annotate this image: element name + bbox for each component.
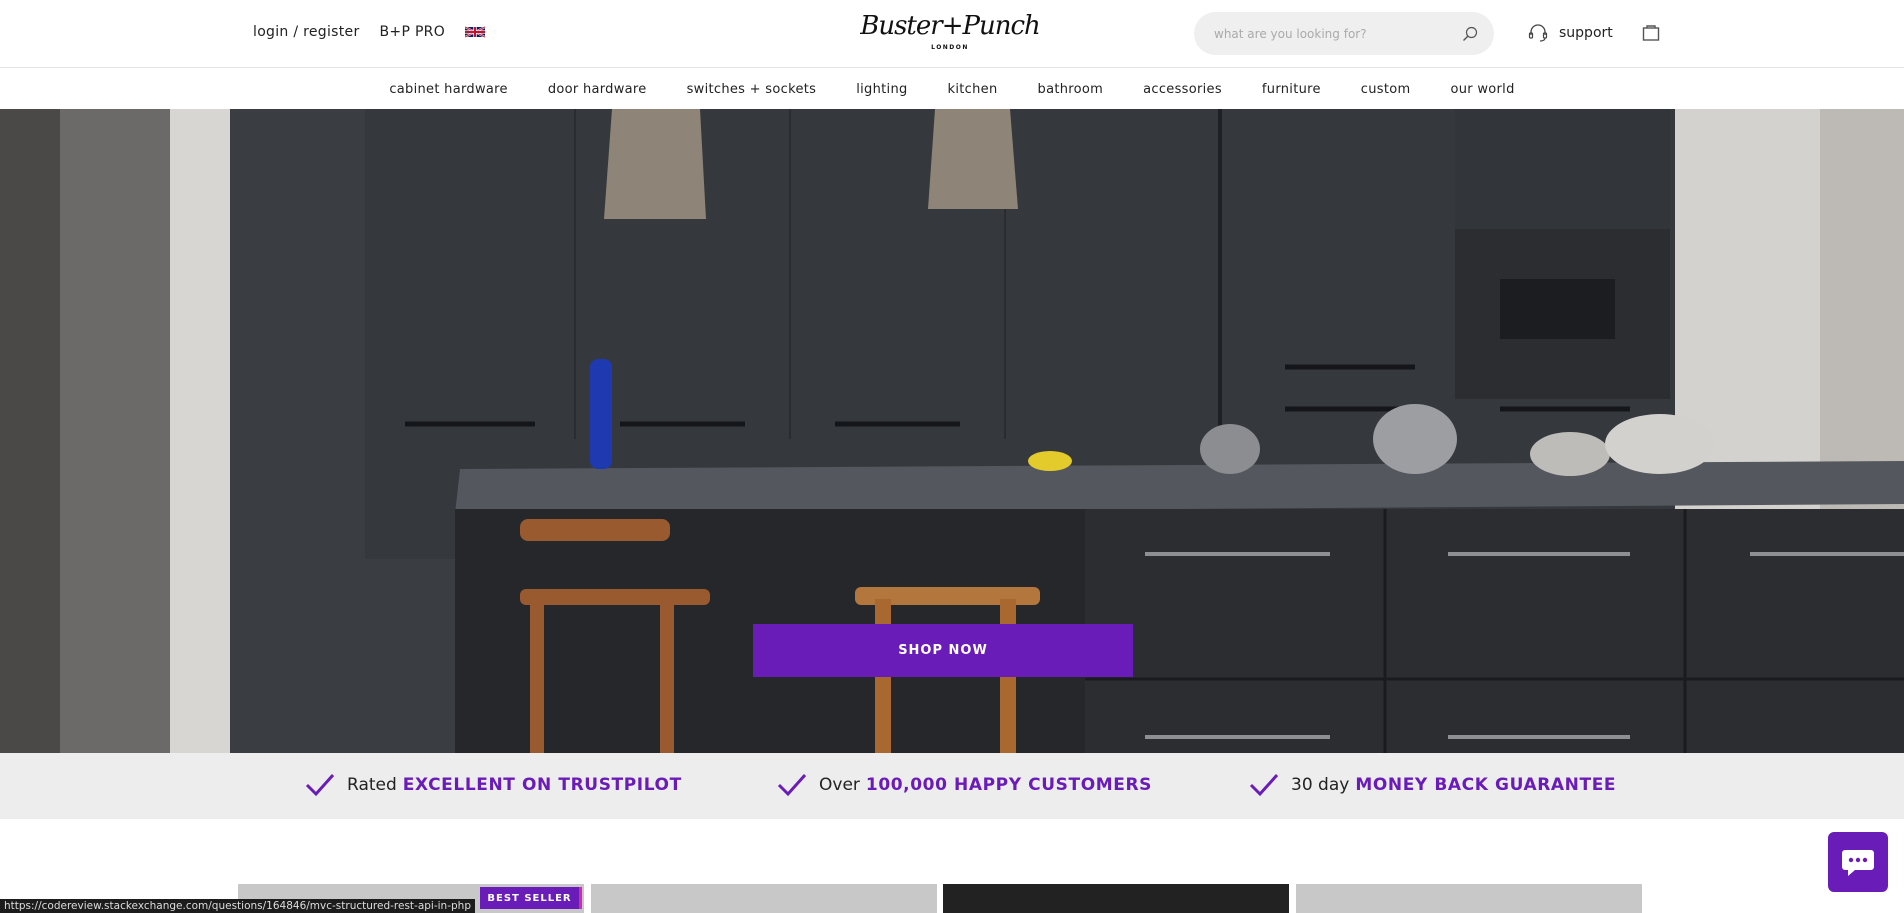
- product-card[interactable]: [591, 884, 937, 913]
- nav-item-cabinet-hardware[interactable]: cabinet hardware: [389, 82, 507, 97]
- nav-item-furniture[interactable]: furniture: [1262, 82, 1321, 97]
- nav-item-bathroom[interactable]: bathroom: [1038, 82, 1104, 97]
- usp-lead: Over: [819, 775, 860, 795]
- browser-status-url: https://codereview.stackexchange.com/que…: [0, 899, 475, 913]
- product-card[interactable]: [1296, 884, 1642, 913]
- usp-trustpilot: Rated EXCELLENT ON TRUSTPILOT: [305, 773, 682, 797]
- search-icon[interactable]: [1462, 26, 1478, 42]
- usp-bar: Rated EXCELLENT ON TRUSTPILOT Over 100,0…: [0, 753, 1904, 819]
- nav-item-kitchen[interactable]: kitchen: [948, 82, 998, 97]
- check-icon: [1249, 773, 1279, 797]
- nav-item-our-world[interactable]: our world: [1450, 82, 1514, 97]
- support-label: support: [1559, 25, 1613, 41]
- header-account-links: login / register B+P PRO: [253, 24, 486, 40]
- usp-highlight: EXCELLENT ON TRUSTPILOT: [402, 775, 682, 795]
- product-card[interactable]: [943, 884, 1289, 913]
- best-seller-badge: BEST SELLER: [480, 887, 582, 909]
- uk-flag-icon[interactable]: [465, 25, 486, 39]
- bag-icon[interactable]: [1641, 22, 1661, 44]
- chat-icon: [1842, 850, 1874, 876]
- main-navigation: cabinet hardware door hardware switches …: [0, 69, 1904, 109]
- usp-money-back: 30 day MONEY BACK GUARANTEE: [1249, 773, 1616, 797]
- chat-button[interactable]: [1828, 832, 1888, 892]
- usp-lead: 30 day: [1291, 775, 1350, 795]
- login-register-link[interactable]: login / register: [253, 24, 360, 40]
- usp-lead: Rated: [347, 775, 397, 795]
- bp-pro-link[interactable]: B+P PRO: [380, 24, 446, 40]
- nav-item-switches-sockets[interactable]: switches + sockets: [687, 82, 817, 97]
- search-bar: [1194, 12, 1494, 55]
- headset-icon: [1528, 24, 1548, 42]
- hero-banner: SHOP NOW: [0, 109, 1904, 753]
- usp-customers: Over 100,000 HAPPY CUSTOMERS: [777, 773, 1152, 797]
- site-header: login / register B+P PRO Buster+Punch LO…: [0, 0, 1904, 68]
- check-icon: [305, 773, 335, 797]
- check-icon: [777, 773, 807, 797]
- nav-item-door-hardware[interactable]: door hardware: [548, 82, 647, 97]
- nav-item-lighting[interactable]: lighting: [856, 82, 907, 97]
- search-input[interactable]: [1214, 26, 1462, 41]
- nav-item-accessories[interactable]: accessories: [1143, 82, 1222, 97]
- brand-logo[interactable]: Buster+Punch LONDON: [860, 10, 1041, 58]
- logo-wordmark: Buster+Punch: [860, 11, 1041, 41]
- usp-highlight: 100,000 HAPPY CUSTOMERS: [865, 775, 1153, 795]
- logo-subtitle: LONDON: [931, 44, 969, 51]
- usp-highlight: MONEY BACK GUARANTEE: [1355, 775, 1617, 795]
- nav-item-custom[interactable]: custom: [1361, 82, 1411, 97]
- shop-now-button[interactable]: SHOP NOW: [753, 624, 1133, 677]
- support-link[interactable]: support: [1527, 22, 1613, 44]
